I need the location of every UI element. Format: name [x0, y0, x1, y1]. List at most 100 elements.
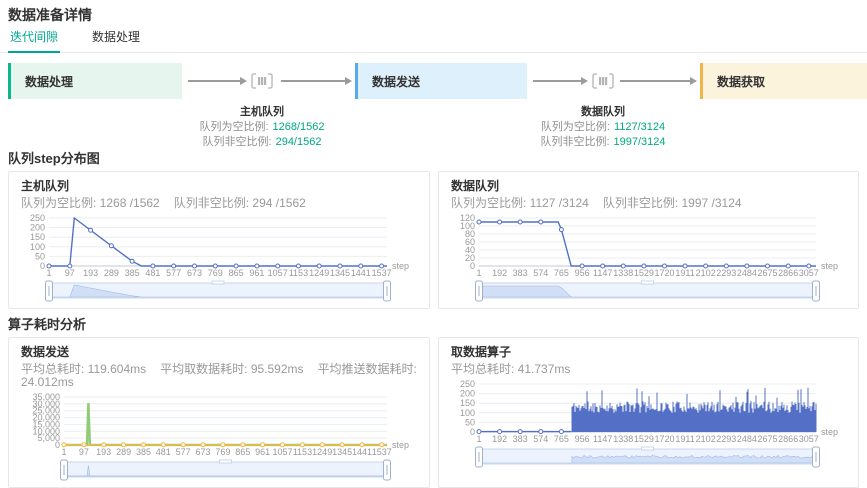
svg-text:193: 193 — [83, 268, 98, 278]
svg-text:577: 577 — [176, 447, 191, 457]
card-stats: 队列为空比例: 1268 /1562队列非空比例: 294 /1562 — [21, 197, 417, 210]
svg-text:1911: 1911 — [675, 268, 694, 278]
svg-text:1057: 1057 — [272, 447, 292, 457]
zoom-slider-svg[interactable] — [21, 280, 417, 302]
svg-text:289: 289 — [116, 447, 131, 457]
svg-text:35,000: 35,000 — [32, 393, 60, 402]
op-time-cards: 数据发送 平均总耗时: 119.604ms平均取数据耗时: 95.592ms平均… — [0, 337, 867, 488]
data-queue-zoom-slider[interactable] — [451, 280, 846, 302]
svg-text:200: 200 — [460, 389, 475, 399]
svg-text:193: 193 — [96, 447, 111, 457]
svg-text:481: 481 — [145, 268, 160, 278]
svg-text:250: 250 — [30, 214, 45, 223]
zoom-slider-svg[interactable] — [451, 280, 846, 302]
host-queue-step-chart: 0501001502002501971932893854815776737698… — [21, 214, 417, 278]
svg-text:769: 769 — [215, 447, 230, 457]
svg-text:289: 289 — [104, 268, 119, 278]
card-data-queue: 数据队列 队列为空比例: 1127 /3124队列非空比例: 1997 /312… — [438, 171, 859, 309]
svg-text:step: step — [821, 261, 838, 271]
svg-text:1: 1 — [61, 447, 66, 457]
card-fetch-op: 取数据算子 平均总耗时: 41.737ms 050100150200250119… — [438, 337, 859, 488]
data-send-time-chart: 05,00010,00015,00020,00025,00030,00035,0… — [21, 393, 417, 457]
fetch-op-time-chart: 0501001502002501192383574765956114713381… — [451, 380, 846, 444]
svg-text:1153: 1153 — [293, 447, 312, 457]
svg-text:481: 481 — [156, 447, 171, 457]
tab-bar: 迭代间隙 数据处理 — [0, 28, 867, 53]
section-title-queue-step: 队列step分布图 — [0, 151, 867, 167]
queue-name: 主机队列 — [199, 105, 324, 120]
svg-text:97: 97 — [79, 447, 89, 457]
svg-text:1147: 1147 — [593, 268, 612, 278]
svg-text:765: 765 — [554, 434, 569, 444]
svg-text:865: 865 — [235, 447, 250, 457]
svg-text:956: 956 — [575, 268, 590, 278]
queue-name: 数据队列 — [540, 105, 665, 120]
pipeline-flow: 数据处理 数据发送 数据获取 主机队列 队列为空比例:1268/1562 队列非… — [0, 63, 867, 151]
page-header: 数据准备详情 — [0, 0, 867, 24]
queue-nonempty-ratio: 队列非空比例:294/1562 — [199, 135, 324, 150]
card-host-queue: 主机队列 队列为空比例: 1268 /1562队列非空比例: 294 /1562… — [8, 171, 430, 309]
svg-text:2293: 2293 — [716, 268, 736, 278]
queue-step-cards: 主机队列 队列为空比例: 1268 /1562队列非空比例: 294 /1562… — [0, 171, 867, 309]
svg-text:1441: 1441 — [352, 447, 372, 457]
queue-empty-ratio: 队列为空比例:1127/3124 — [540, 120, 665, 135]
data-send-zoom-slider[interactable] — [21, 459, 417, 481]
svg-text:1: 1 — [46, 268, 51, 278]
card-title: 取数据算子 — [451, 346, 846, 359]
svg-text:step: step — [821, 427, 838, 437]
card-title: 主机队列 — [21, 180, 417, 193]
zoom-slider-svg[interactable] — [451, 446, 846, 468]
zoom-slider-svg[interactable] — [21, 459, 417, 481]
svg-text:0: 0 — [40, 261, 45, 271]
svg-text:2866: 2866 — [778, 434, 798, 444]
svg-text:673: 673 — [187, 268, 202, 278]
card-stats: 队列为空比例: 1127 /3124队列非空比例: 1997 /3124 — [451, 197, 846, 210]
queue-icon — [591, 71, 615, 96]
svg-text:100: 100 — [30, 242, 45, 252]
svg-text:1529: 1529 — [634, 268, 654, 278]
page-title: 数据准备详情 — [8, 6, 859, 24]
svg-text:574: 574 — [533, 434, 548, 444]
svg-text:673: 673 — [195, 447, 210, 457]
flow-arrow-icon — [281, 80, 350, 82]
svg-text:1441: 1441 — [351, 268, 371, 278]
data-queue-info: 数据队列 队列为空比例:1127/3124 队列非空比例:1997/3124 — [540, 105, 665, 150]
svg-text:1249: 1249 — [312, 447, 332, 457]
svg-text:385: 385 — [125, 268, 140, 278]
svg-text:50: 50 — [35, 251, 45, 261]
svg-text:100: 100 — [460, 408, 475, 418]
host-queue-info: 主机队列 队列为空比例:1268/1562 队列非空比例:294/1562 — [199, 105, 324, 150]
svg-text:200: 200 — [30, 223, 45, 233]
tab-iteration-gap[interactable]: 迭代间隙 — [8, 28, 60, 53]
svg-text:1537: 1537 — [372, 268, 392, 278]
svg-text:1537: 1537 — [372, 447, 392, 457]
svg-text:step: step — [392, 440, 409, 450]
section-title-op-time: 算子耗时分析 — [0, 317, 867, 333]
svg-text:1529: 1529 — [634, 434, 654, 444]
queue-nonempty-ratio: 队列非空比例:1997/3124 — [540, 135, 665, 150]
svg-text:2293: 2293 — [716, 434, 736, 444]
chart-svg: 0501001502002501971932893854815776737698… — [21, 214, 417, 278]
svg-text:765: 765 — [554, 268, 569, 278]
svg-text:769: 769 — [208, 268, 223, 278]
host-queue-zoom-slider[interactable] — [21, 280, 417, 302]
svg-text:3057: 3057 — [799, 434, 819, 444]
tab-data-processing[interactable]: 数据处理 — [90, 28, 142, 52]
svg-text:1: 1 — [476, 268, 481, 278]
svg-text:3057: 3057 — [799, 268, 819, 278]
svg-text:1720: 1720 — [654, 268, 674, 278]
svg-text:865: 865 — [229, 268, 244, 278]
svg-text:1057: 1057 — [268, 268, 288, 278]
svg-text:192: 192 — [492, 268, 507, 278]
card-stats: 平均总耗时: 41.737ms — [451, 363, 846, 376]
fetch-op-zoom-slider[interactable] — [451, 446, 846, 468]
queue-empty-ratio: 队列为空比例:1268/1562 — [199, 120, 324, 135]
flow-arrow-icon — [188, 80, 245, 82]
svg-text:383: 383 — [513, 434, 528, 444]
flow-node-data-process: 数据处理 — [8, 63, 182, 99]
svg-text:2866: 2866 — [778, 268, 798, 278]
svg-text:0: 0 — [470, 427, 475, 437]
card-data-send: 数据发送 平均总耗时: 119.604ms平均取数据耗时: 95.592ms平均… — [8, 337, 430, 488]
svg-text:574: 574 — [533, 268, 548, 278]
chart-svg: 05,00010,00015,00020,00025,00030,00035,0… — [21, 393, 417, 457]
